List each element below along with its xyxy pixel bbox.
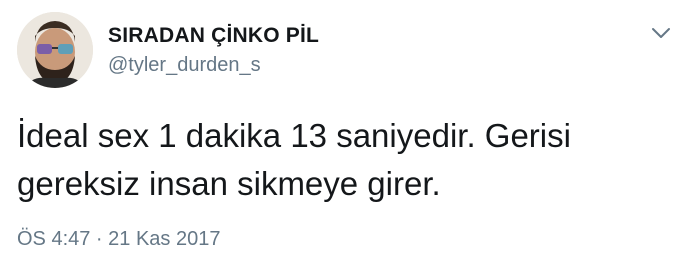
chevron-down-icon[interactable]	[650, 22, 672, 44]
display-name[interactable]: SIRADAN ÇİNKO PİL	[108, 24, 319, 48]
profile-photo-icon	[17, 12, 93, 88]
avatar[interactable]	[17, 12, 93, 88]
tweet-card: SIRADAN ÇİNKO PİL @tyler_durden_s İdeal …	[0, 0, 690, 271]
tweet-timestamp[interactable]: ÖS 4:47 · 21 Kas 2017	[17, 228, 220, 251]
tweet-text: İdeal sex 1 dakika 13 saniyedir. Gerisi …	[17, 117, 571, 202]
username-handle[interactable]: @tyler_durden_s	[108, 54, 261, 77]
